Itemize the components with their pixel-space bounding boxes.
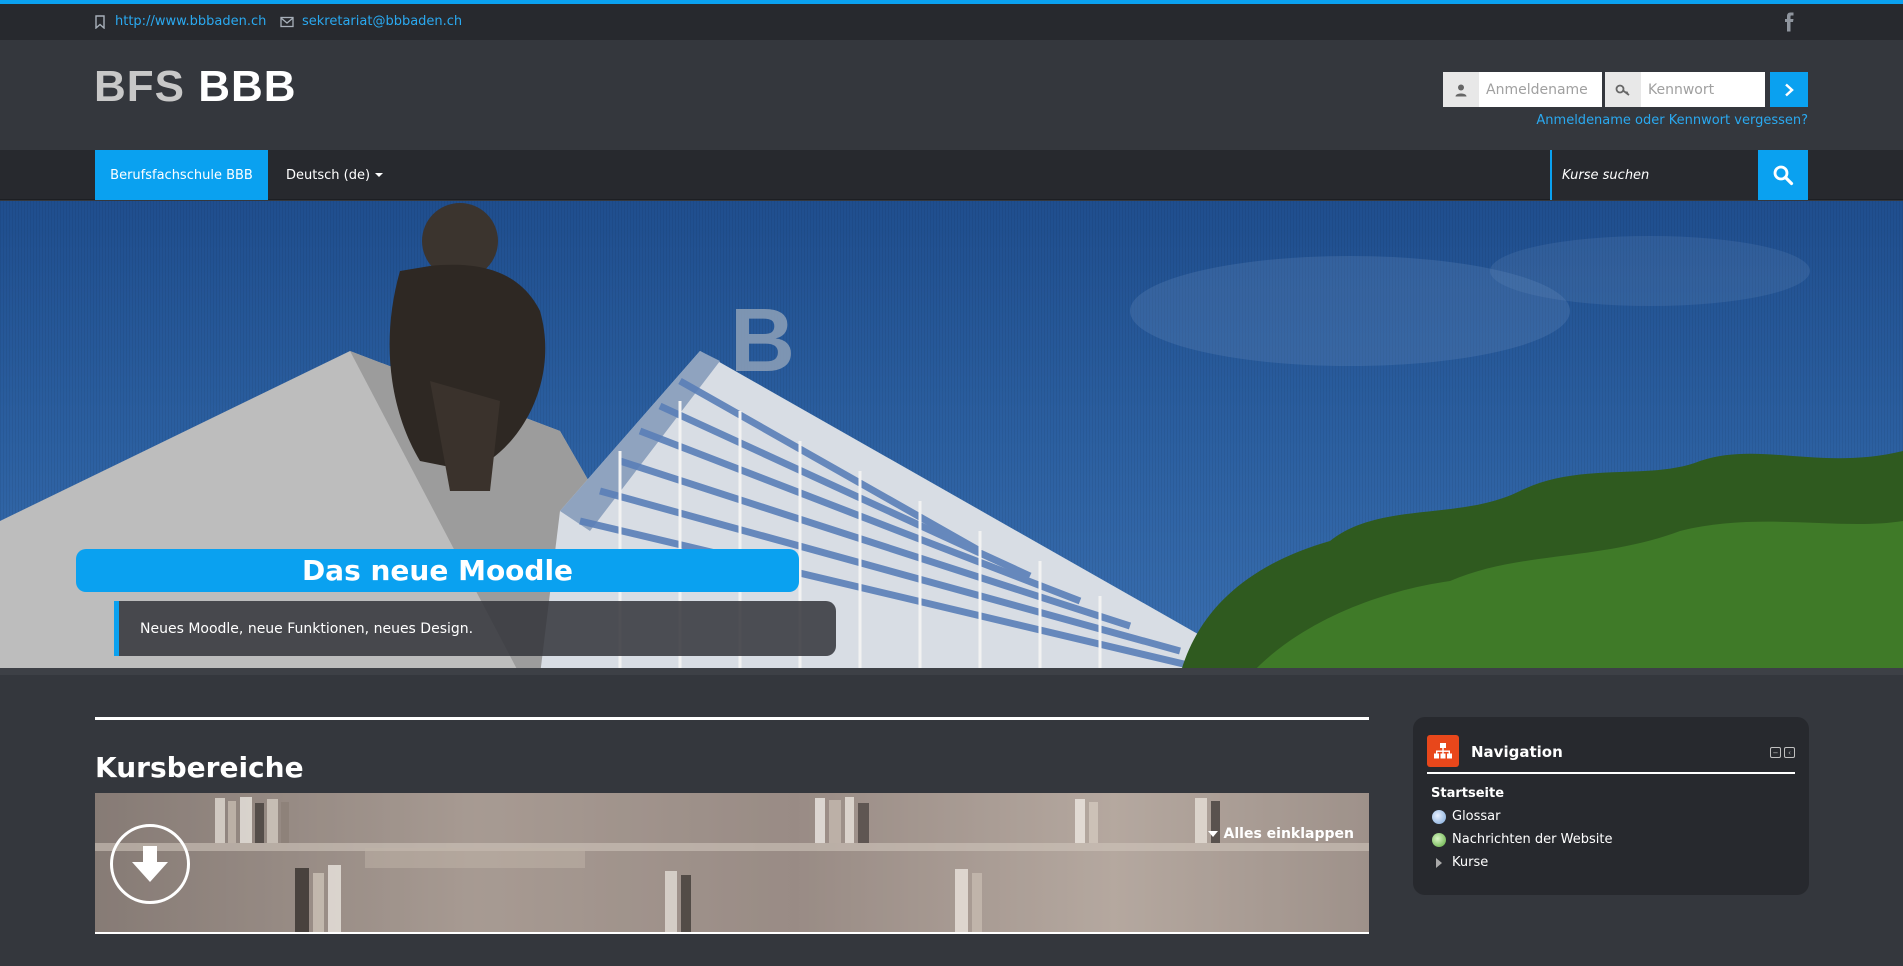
envelope-icon [280,16,294,27]
site-logo[interactable]: BFS BBB [94,62,297,112]
forum-icon [1432,832,1446,847]
hero-title: Das neue Moodle [76,549,799,592]
svg-text:B: B [730,291,795,391]
facebook-icon[interactable] [1782,12,1796,32]
glossary-icon [1432,809,1446,824]
navigation-block: Navigation − ‹ Startseite Glossar Nachri… [1413,717,1809,895]
logo-part-1: BFS [94,62,185,111]
collapse-all-link[interactable]: Alles einklappen [1207,826,1354,842]
header: BFS BBB Anmeldename Kennwort Anmeldename… [0,40,1903,150]
username-field[interactable]: Anmeldename [1443,72,1602,107]
login-submit-button[interactable] [1770,72,1808,107]
email-link[interactable]: sekretariat@bbbaden.ch [280,14,462,29]
nav-item-courses[interactable]: Kurse [1432,855,1488,870]
search-icon [1773,165,1794,186]
password-field[interactable]: Kennwort [1605,72,1765,107]
bookshelf-image [95,793,1369,932]
nav-item-glossary-label: Glossar [1452,809,1501,824]
caret-down-icon [1207,831,1218,837]
block-header-rule [1427,772,1795,774]
website-link-text: http://www.bbbaden.ch [115,14,267,29]
key-icon [1605,72,1641,107]
chevron-right-icon [1785,83,1794,96]
section-divider [95,717,1369,720]
page-title: Kursbereiche [95,751,304,784]
course-search-placeholder: Kurse suchen [1562,167,1650,183]
hero-slider: B Das neue Moodle Neues Moodle, neue Fun… [0,201,1903,675]
expand-arrow-icon [1436,857,1442,868]
bookmark-icon [95,14,105,29]
user-icon [1443,72,1479,107]
sitemap-icon [1427,735,1459,767]
password-placeholder: Kennwort [1648,81,1715,98]
arrow-down-circle-icon [132,846,168,882]
hide-block-icon[interactable]: − [1770,747,1781,758]
email-link-text: sekretariat@bbbaden.ch [302,14,463,29]
expand-all-button[interactable] [110,824,190,904]
nav-item-home-label: Startseite [1431,786,1505,801]
course-search-button[interactable] [1758,150,1808,200]
hero-caption: Neues Moodle, neue Funktionen, neues Des… [114,601,836,656]
website-link[interactable]: http://www.bbbaden.ch [93,14,266,29]
collapse-all-label: Alles einklappen [1223,826,1354,842]
course-search-input[interactable]: Kurse suchen [1550,150,1760,200]
nav-item-glossary[interactable]: Glossar [1432,809,1501,824]
top-bar: http://www.bbbaden.ch sekretariat@bbbade… [0,4,1903,40]
navigation-block-title: Navigation [1471,743,1563,761]
dock-block-icon[interactable]: ‹ [1784,747,1795,758]
username-placeholder: Anmeldename [1486,81,1588,98]
main-navbar: Berufsfachschule BBB Deutsch (de) Kurse … [0,150,1903,200]
caret-down-icon [375,173,384,177]
logo-part-2: BBB [198,62,297,111]
nav-home-link[interactable]: Berufsfachschule BBB [95,150,268,200]
language-label: Deutsch (de) [286,167,371,183]
course-categories-banner: Alles einklappen [95,793,1369,934]
forgot-password-link[interactable]: Anmeldename oder Kennwort vergessen? [1536,113,1808,128]
nav-item-courses-label: Kurse [1452,855,1489,870]
nav-item-site-news-label: Nachrichten der Website [1452,832,1613,847]
nav-item-site-news[interactable]: Nachrichten der Website [1432,832,1612,847]
nav-item-home[interactable]: Startseite [1431,786,1504,801]
language-menu[interactable]: Deutsch (de) [286,150,384,200]
